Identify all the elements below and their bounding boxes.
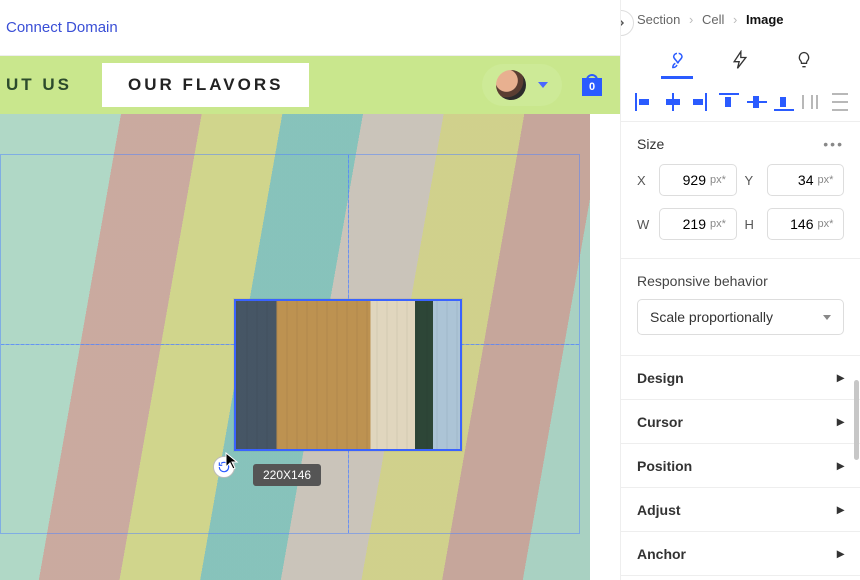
nav-item-about[interactable]: UT US <box>6 75 72 95</box>
accordion-design[interactable]: Design ▸ <box>621 356 860 400</box>
inspector-panel: Section › Cell › Image Size ••• X <box>620 0 860 580</box>
unit-x: px* <box>710 174 726 186</box>
cart-button[interactable]: 0 <box>582 74 602 96</box>
align-center-h[interactable] <box>663 93 679 111</box>
input-x-field[interactable] <box>668 172 706 188</box>
accordion-adjust-label: Adjust <box>637 502 681 518</box>
brush-icon <box>667 50 687 70</box>
accordion-design-label: Design <box>637 370 684 386</box>
crumb-image[interactable]: Image <box>746 12 784 27</box>
tab-design[interactable] <box>661 43 693 79</box>
crumb-cell[interactable]: Cell <box>702 12 724 27</box>
label-y: Y <box>745 173 759 188</box>
distribute-h[interactable] <box>802 93 818 111</box>
unit-y: px* <box>818 174 834 186</box>
top-bar: Connect Domain <box>0 0 620 56</box>
accordion-position-label: Position <box>637 458 692 474</box>
size-more-menu[interactable]: ••• <box>823 136 844 152</box>
accordion-cursor[interactable]: Cursor ▸ <box>621 400 860 444</box>
cart-count: 0 <box>589 81 595 93</box>
accordion-anchor-label: Anchor <box>637 546 686 562</box>
profile-menu[interactable] <box>482 64 562 106</box>
input-h[interactable]: px* <box>767 208 845 240</box>
responsive-value: Scale proportionally <box>650 309 773 325</box>
align-right[interactable] <box>691 93 707 111</box>
bulb-icon <box>794 50 814 70</box>
align-bottom[interactable] <box>774 93 790 111</box>
crumb-section[interactable]: Section <box>637 12 680 27</box>
breadcrumb: Section › Cell › Image <box>621 0 860 27</box>
accordion-anchor[interactable]: Anchor ▸ <box>621 532 860 576</box>
input-y[interactable]: px* <box>767 164 845 196</box>
accordion-adjust[interactable]: Adjust ▸ <box>621 488 860 532</box>
label-w: W <box>637 217 651 232</box>
unit-h: px* <box>818 218 834 230</box>
cursor-icon <box>225 452 239 470</box>
avatar <box>496 70 526 100</box>
nav-item-flavors[interactable]: OUR FLAVORS <box>102 63 309 107</box>
align-left[interactable] <box>635 93 651 111</box>
input-h-field[interactable] <box>776 216 814 232</box>
responsive-section: Responsive behavior Scale proportionally <box>621 259 860 356</box>
bolt-icon <box>730 50 750 70</box>
input-w-field[interactable] <box>668 216 706 232</box>
connect-domain-link[interactable]: Connect Domain <box>6 19 118 36</box>
size-heading: Size <box>637 136 664 152</box>
tab-interactions[interactable] <box>724 43 756 79</box>
distribute-v[interactable] <box>830 93 846 111</box>
accordion-cursor-label: Cursor <box>637 414 683 430</box>
selected-image[interactable] <box>234 299 462 451</box>
editor-canvas[interactable]: Connect Domain UT US OUR FLAVORS 0 220X1… <box>0 0 620 580</box>
input-w[interactable]: px* <box>659 208 737 240</box>
caret-right-icon: ▸ <box>837 457 844 474</box>
site-nav: UT US OUR FLAVORS 0 <box>0 56 620 114</box>
input-x[interactable]: px* <box>659 164 737 196</box>
label-x: X <box>637 173 651 188</box>
input-y-field[interactable] <box>776 172 814 188</box>
size-section: Size ••• X px* Y px* W px* H px* <box>621 122 860 259</box>
unit-w: px* <box>710 218 726 230</box>
responsive-label: Responsive behavior <box>637 273 844 289</box>
chevron-down-icon <box>538 82 548 88</box>
responsive-dropdown[interactable]: Scale proportionally <box>637 299 844 335</box>
caret-right-icon: ▸ <box>837 413 844 430</box>
align-top[interactable] <box>719 93 735 111</box>
caret-right-icon: ▸ <box>837 369 844 386</box>
dimension-badge: 220X146 <box>253 464 321 486</box>
tab-ideas[interactable] <box>788 43 820 79</box>
caret-right-icon: ▸ <box>837 501 844 518</box>
label-h: H <box>745 217 759 232</box>
align-center-v[interactable] <box>747 93 763 111</box>
caret-right-icon: ▸ <box>837 545 844 562</box>
chevron-down-icon <box>823 315 831 320</box>
canvas-stage[interactable]: 220X146 <box>0 114 590 580</box>
accordion-position[interactable]: Position ▸ <box>621 444 860 488</box>
scrollbar-thumb[interactable] <box>854 380 859 460</box>
chevron-right-icon <box>620 18 626 28</box>
alignment-controls <box>621 79 860 122</box>
inspector-mode-tabs <box>621 27 860 79</box>
